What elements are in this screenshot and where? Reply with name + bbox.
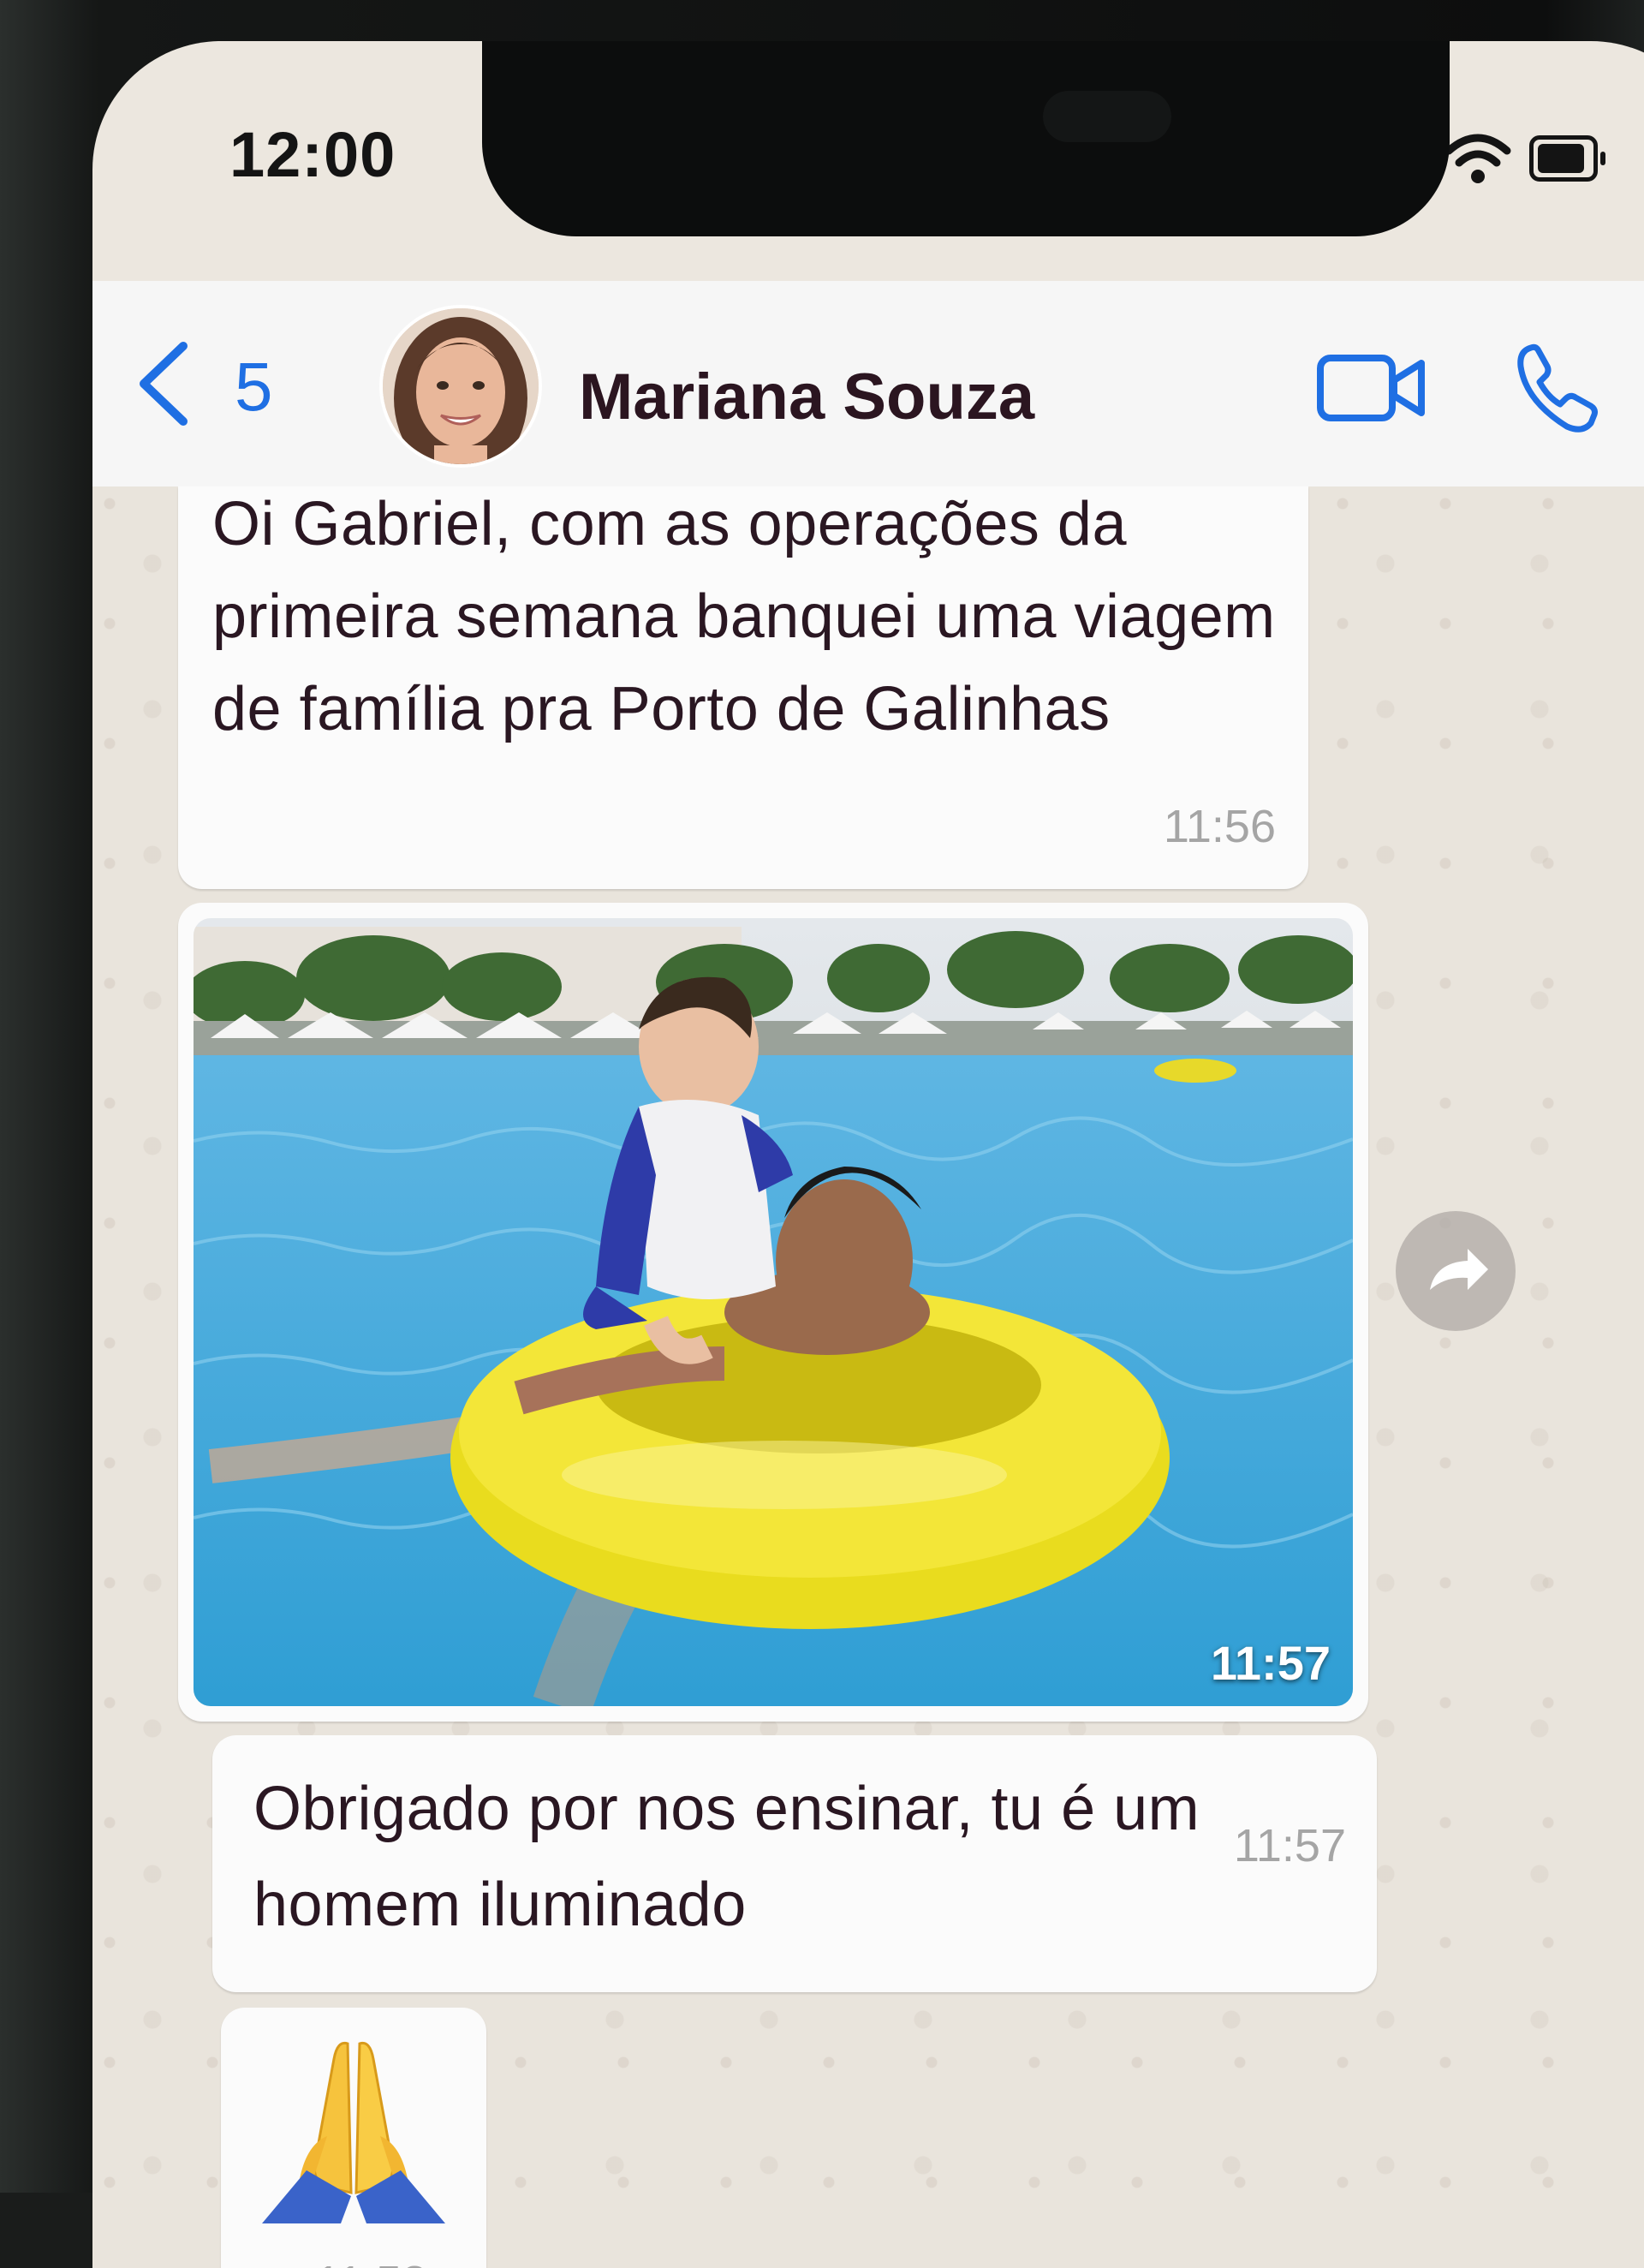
emoji-message[interactable]: 11:58: [221, 2008, 486, 2268]
message-bubble[interactable]: Oi Gabriel, com as operações da primeira…: [178, 486, 1308, 889]
phone-screen: 12:00 5 Mariana Souza Oi Gabriel, com as…: [92, 41, 1644, 2268]
status-time: 12:00: [229, 119, 396, 190]
message-bubble[interactable]: Obrigado por nos ensinar, tu é um homem …: [212, 1735, 1377, 1992]
video-call-icon[interactable]: [1315, 349, 1427, 427]
phone-notch: [482, 41, 1450, 236]
message-time: 11:56: [1163, 801, 1276, 852]
back-button[interactable]: 5: [134, 341, 322, 427]
message-text: Obrigado por nos ensinar, tu é um homem …: [253, 1775, 1200, 1939]
contact-name[interactable]: Mariana Souza: [579, 360, 1034, 434]
folded-hands-icon: [262, 2041, 445, 2223]
forward-icon: [1430, 1249, 1488, 1290]
avatar-photo: [383, 308, 539, 464]
unread-count: 5: [235, 349, 273, 425]
battery-icon: [1529, 135, 1605, 182]
chat-area: Oi Gabriel, com as operações da primeira…: [92, 486, 1644, 2268]
avatar[interactable]: [379, 305, 542, 468]
pool-photo-image: [194, 918, 1353, 1706]
forward-button[interactable]: [1396, 1211, 1516, 1331]
camera-icon: [1043, 91, 1171, 142]
shared-photo[interactable]: 11:57: [194, 918, 1353, 1706]
image-message[interactable]: 11:57: [178, 903, 1368, 1722]
phone-icon[interactable]: [1514, 341, 1599, 435]
message-time: 11:57: [1210, 1636, 1331, 1690]
chevron-left-icon: [140, 342, 188, 426]
message-time: 11:58: [315, 2256, 427, 2268]
message-text: Oi Gabriel, com as operações da primeira…: [212, 490, 1276, 743]
wifi-icon: [1444, 134, 1511, 183]
chat-header: 5 Mariana Souza: [92, 281, 1644, 488]
message-time: 11:57: [1233, 1820, 1346, 1871]
